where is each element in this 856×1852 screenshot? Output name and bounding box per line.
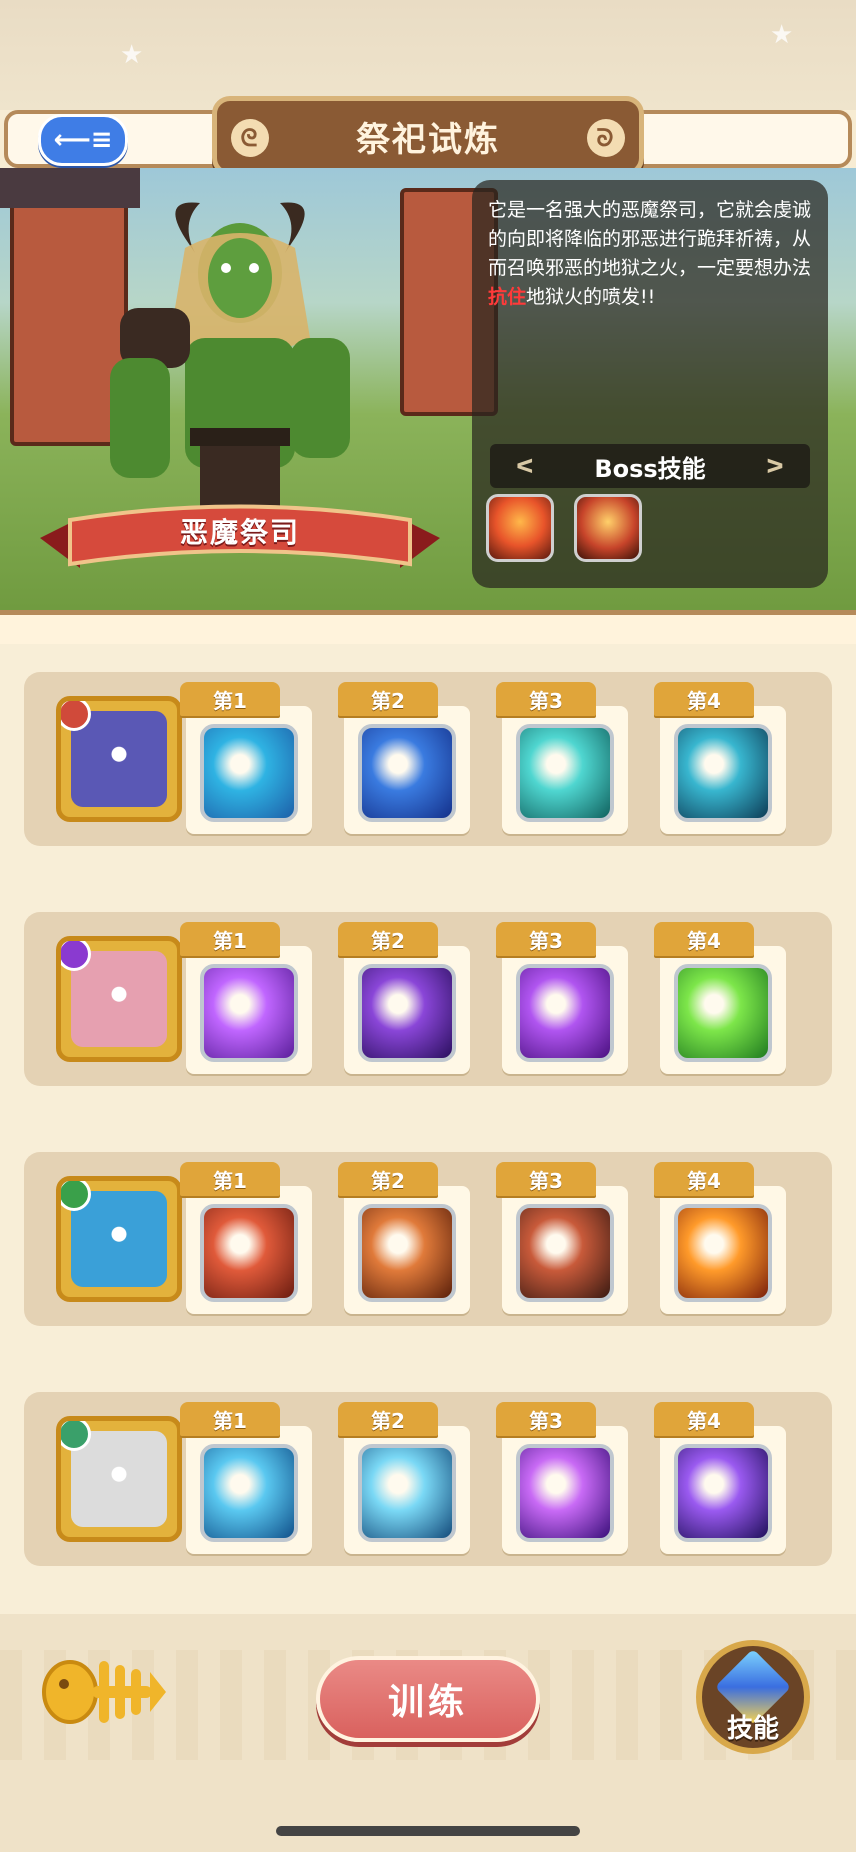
purple-wave-icon[interactable]: [516, 964, 614, 1062]
skill-slot[interactable]: 第1: [180, 1162, 312, 1314]
blue-fish-avatar[interactable]: [56, 1176, 182, 1302]
skills-button-label: 技能: [726, 1714, 779, 1744]
hero-class-badge-icon: [61, 1421, 91, 1451]
train-button[interactable]: 训练: [316, 1656, 540, 1742]
back-menu-button[interactable]: ⟵≡: [38, 114, 128, 166]
skill-slot[interactable]: 第1: [180, 1402, 312, 1554]
boss-skills-title: Boss技能: [594, 454, 706, 483]
top-background: ★ ★: [0, 0, 856, 110]
boss-description-panel: 它是一名强大的恶魔祭司，它就会虔诚的向即将降临的邪恶进行跪拜祈祷，从而召唤邪恶的…: [472, 180, 828, 588]
swirl-left-icon: ᘓ: [231, 119, 269, 157]
winged-shield-icon[interactable]: [200, 964, 298, 1062]
hero-class-badge-icon: [61, 941, 91, 971]
skill-slot[interactable]: 第4: [654, 1162, 786, 1314]
campfire-icon[interactable]: [674, 1204, 772, 1302]
skill-slot[interactable]: 第2: [338, 1402, 470, 1554]
hero-class-badge-icon: [61, 1181, 91, 1211]
fishbone-icon[interactable]: [42, 1652, 166, 1732]
scene-frame-bottom: [0, 610, 856, 644]
title-plate: ᘓ 祭祀试炼 ᘐ: [212, 96, 644, 176]
water-flask-icon[interactable]: [358, 724, 456, 822]
fire-silhouette-icon[interactable]: [486, 494, 554, 562]
feather-burst-icon[interactable]: [358, 1204, 456, 1302]
skill-order-tab: 第2: [338, 922, 438, 956]
skill-slot[interactable]: 第2: [338, 682, 470, 834]
skill-order-tab: 第1: [180, 1402, 280, 1436]
skill-slot[interactable]: 第1: [180, 922, 312, 1074]
fire-summon-icon[interactable]: [574, 494, 642, 562]
healing-cloud-icon[interactable]: [674, 964, 772, 1062]
skill-order-tab: 第4: [654, 1162, 754, 1196]
skill-slot[interactable]: 第2: [338, 922, 470, 1074]
hero-row: 第1 第2 第3 第4: [24, 1392, 832, 1566]
skill-order-tab: 第3: [496, 922, 596, 956]
skill-order-tab: 第3: [496, 682, 596, 716]
hero-row: 第1 第2 第3 第4: [24, 1152, 832, 1326]
skill-slot[interactable]: 第4: [654, 682, 786, 834]
hammer-icon[interactable]: [674, 724, 772, 822]
skill-slot[interactable]: 第4: [654, 1402, 786, 1554]
swirl-right-icon: ᘐ: [587, 119, 625, 157]
hero-class-badge-icon: [61, 701, 91, 731]
skill-order-tab: 第1: [180, 1162, 280, 1196]
bandaged-bird-avatar[interactable]: [56, 1416, 182, 1542]
skill-order-tab: 第2: [338, 682, 438, 716]
dark-sprout-icon[interactable]: [358, 964, 456, 1062]
crystal-gem-icon[interactable]: [674, 1444, 772, 1542]
morning-star-icon[interactable]: [200, 1204, 298, 1302]
train-button-label: 训练: [387, 1682, 468, 1723]
skill-order-tab: 第2: [338, 1162, 438, 1196]
skills-button[interactable]: 技能: [696, 1640, 810, 1754]
hero-row: 第1 第2 第3 第4: [24, 672, 832, 846]
skill-slot[interactable]: 第3: [496, 1162, 628, 1314]
skill-slot[interactable]: 第3: [496, 1402, 628, 1554]
back-button-label: ⟵≡: [53, 125, 113, 155]
crossbow-icon[interactable]: [516, 1204, 614, 1302]
skill-order-tab: 第4: [654, 922, 754, 956]
star-decoration-icon: ★: [120, 40, 144, 70]
description-text-end: 地狱火的喷发!!: [526, 286, 656, 308]
boss-portrait: [110, 202, 350, 516]
ice-shards-icon[interactable]: [200, 1444, 298, 1542]
skill-order-tab: 第2: [338, 1402, 438, 1436]
skill-order-tab: 第3: [496, 1162, 596, 1196]
skill-order-tab: 第4: [654, 682, 754, 716]
chevron-right-icon: ᐳ: [766, 454, 784, 478]
skill-slot[interactable]: 第1: [180, 682, 312, 834]
boss-description: 它是一名强大的恶魔祭司，它就会虔诚的向即将降临的邪恶进行跪拜祈祷，从而召唤邪恶的…: [488, 196, 818, 312]
star-decoration-icon: ★: [770, 20, 794, 50]
home-indicator: [276, 1826, 580, 1836]
water-splash-icon[interactable]: [200, 724, 298, 822]
skill-order-tab: 第1: [180, 922, 280, 956]
page-title: 祭祀试炼: [356, 119, 500, 160]
ice-crystal-icon[interactable]: [358, 1444, 456, 1542]
hero-row: 第1 第2 第3 第4: [24, 912, 832, 1086]
skill-slot[interactable]: 第2: [338, 1162, 470, 1314]
knight-penguin-avatar[interactable]: [56, 696, 182, 822]
skill-slot[interactable]: 第4: [654, 922, 786, 1074]
description-text: 它是一名强大的恶魔祭司，它就会虔诚的向即将降临的邪恶进行跪拜祈祷，从而召唤邪恶的…: [488, 199, 812, 279]
arcane-bolts-icon[interactable]: [516, 1444, 614, 1542]
skill-slot[interactable]: 第3: [496, 922, 628, 1074]
boss-name: 恶魔祭司: [179, 516, 300, 549]
skill-order-tab: 第1: [180, 682, 280, 716]
chevron-left-icon: ᐸ: [516, 454, 534, 478]
skill-order-tab: 第4: [654, 1402, 754, 1436]
skill-order-tab: 第3: [496, 1402, 596, 1436]
skill-slot[interactable]: 第3: [496, 682, 628, 834]
crowned-creature-avatar[interactable]: [56, 936, 182, 1062]
description-highlight: 抗住: [488, 286, 527, 308]
shadow-cat-icon[interactable]: [516, 724, 614, 822]
boss-skills-header: ᐸ Boss技能 ᐳ: [490, 444, 810, 488]
boss-name-wrap: 恶魔祭司: [40, 496, 440, 576]
